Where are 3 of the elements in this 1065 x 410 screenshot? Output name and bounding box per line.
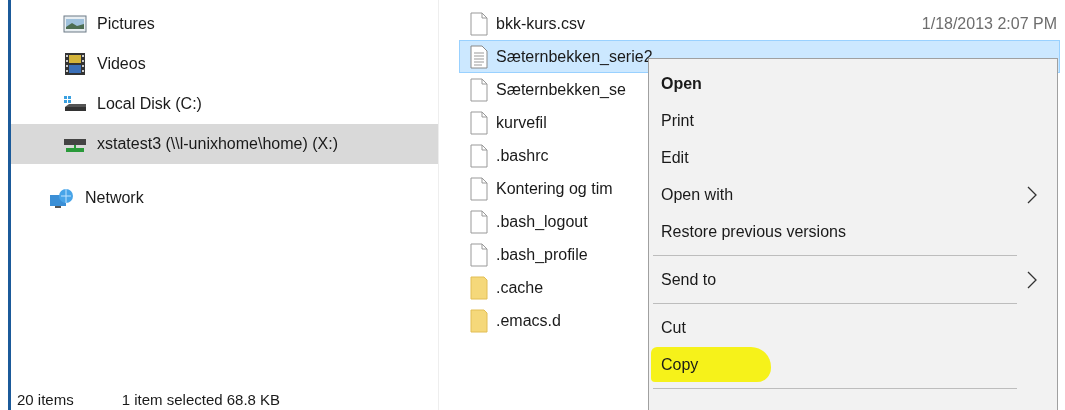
modified-date: 1/18/2013 2:07 PM xyxy=(921,14,1058,33)
item-count: 20 items xyxy=(17,391,74,408)
selection-info: 1 item selected 68.8 KB xyxy=(121,391,281,408)
